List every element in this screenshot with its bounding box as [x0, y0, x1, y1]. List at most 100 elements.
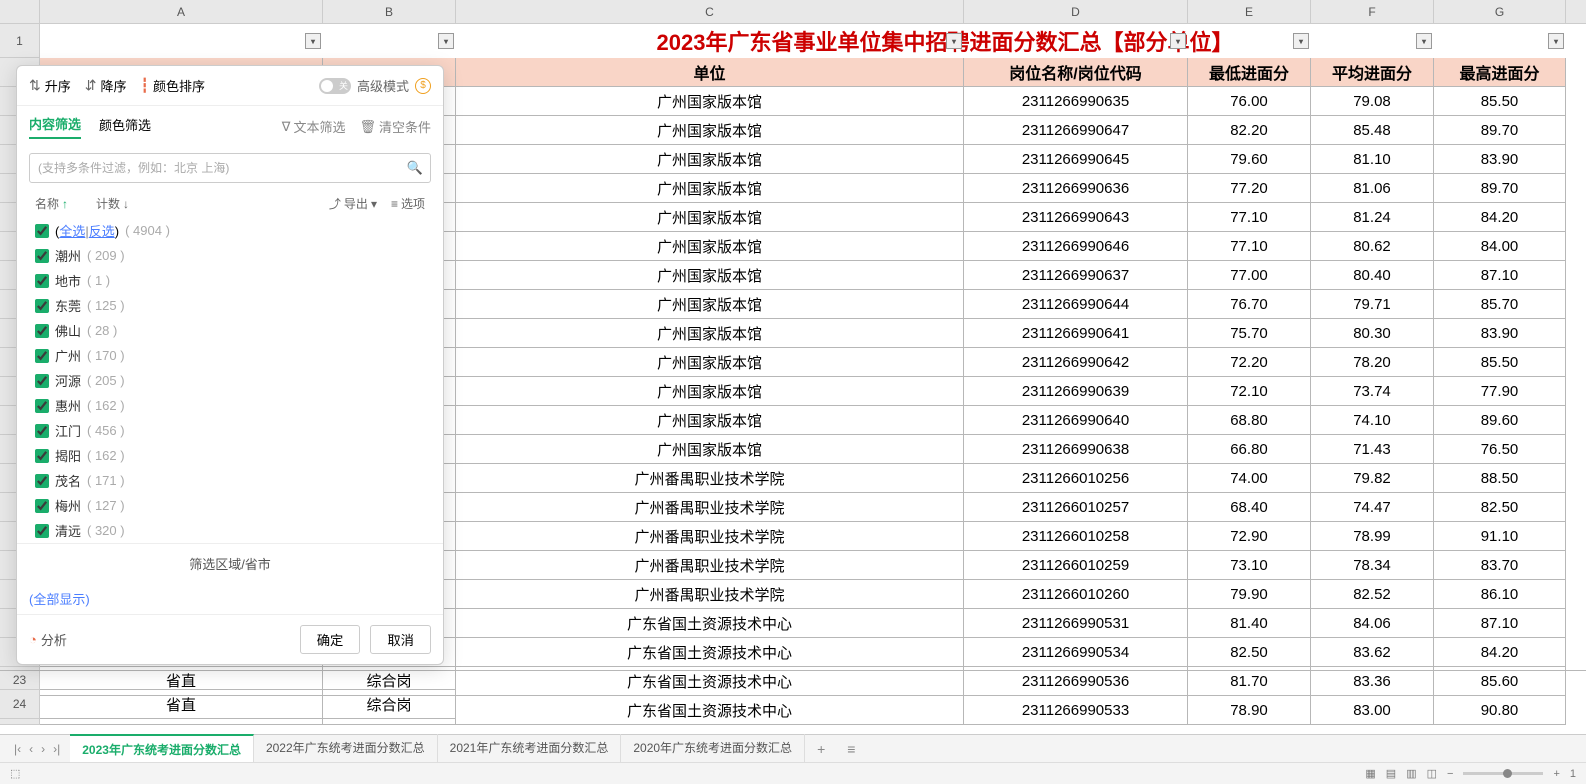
cell-avg[interactable]: 82.52	[1311, 580, 1434, 609]
cell-code[interactable]: 2311266990638	[964, 435, 1188, 464]
cell-unit[interactable]: 广州国家版本馆	[456, 145, 964, 174]
cell-max[interactable]: 84.20	[1434, 203, 1566, 232]
cell-avg[interactable]: 71.43	[1311, 435, 1434, 464]
cell-unit[interactable]: 广东省国土资源技术中心	[456, 638, 964, 667]
filter-dropdown-C[interactable]: ▾	[946, 33, 962, 49]
text-filter-button[interactable]: ∇文本筛选	[282, 117, 346, 136]
cell-avg[interactable]: 81.10	[1311, 145, 1434, 174]
header-max[interactable]: 最高进面分	[1434, 58, 1566, 87]
filter-item-name[interactable]: 东莞	[55, 296, 81, 315]
cell-unit[interactable]: 广州国家版本馆	[456, 435, 964, 464]
cell-min[interactable]: 72.20	[1188, 348, 1311, 377]
cell-code[interactable]: 2311266990646	[964, 232, 1188, 261]
cell-code[interactable]: 2311266990637	[964, 261, 1188, 290]
cell-avg[interactable]: 79.71	[1311, 290, 1434, 319]
cell-max[interactable]: 83.70	[1434, 551, 1566, 580]
cell-code[interactable]: 2311266990642	[964, 348, 1188, 377]
cell-min[interactable]: 82.50	[1188, 638, 1311, 667]
cell-code[interactable]: 2311266990531	[964, 609, 1188, 638]
cell-max[interactable]: 87.10	[1434, 609, 1566, 638]
tab-content-filter[interactable]: 内容筛选	[29, 114, 81, 139]
cell-avg[interactable]: 79.82	[1311, 464, 1434, 493]
filter-item-checkbox[interactable]	[35, 349, 49, 363]
cell-unit[interactable]: 广州国家版本馆	[456, 290, 964, 319]
filter-item-name[interactable]: 梅州	[55, 496, 81, 515]
cell-unit[interactable]: 广州国家版本馆	[456, 232, 964, 261]
cell-min[interactable]: 76.70	[1188, 290, 1311, 319]
name-column-sort[interactable]: 名称↑	[35, 195, 68, 212]
filter-item-checkbox[interactable]	[35, 399, 49, 413]
cell-unit[interactable]: 广州国家版本馆	[456, 203, 964, 232]
header-min[interactable]: 最低进面分	[1188, 58, 1311, 87]
record-macro-icon[interactable]: ⬚	[10, 767, 20, 780]
cell-avg[interactable]: 85.48	[1311, 116, 1434, 145]
cell-max[interactable]: 88.50	[1434, 464, 1566, 493]
cell-min[interactable]: 68.80	[1188, 406, 1311, 435]
header-code[interactable]: 岗位名称/岗位代码	[964, 58, 1188, 87]
filter-item-checkbox[interactable]	[35, 424, 49, 438]
cell-G1[interactable]: ▾	[1434, 24, 1566, 58]
select-all-checkbox[interactable]	[35, 224, 49, 238]
nav-prev-icon[interactable]: ‹	[29, 742, 33, 756]
search-input[interactable]	[29, 153, 431, 183]
filter-item-name[interactable]: 清远	[55, 521, 81, 540]
cell-min[interactable]: 79.60	[1188, 145, 1311, 174]
cell-max[interactable]: 87.10	[1434, 261, 1566, 290]
cell-avg[interactable]: 80.40	[1311, 261, 1434, 290]
view-normal-icon[interactable]: ▦	[1365, 767, 1375, 780]
tab-color-filter[interactable]: 颜色筛选	[99, 115, 151, 138]
cell-code[interactable]: 2311266010259	[964, 551, 1188, 580]
cell-max[interactable]: 84.20	[1434, 638, 1566, 667]
cell-unit[interactable]: 广州国家版本馆	[456, 319, 964, 348]
cell-B24[interactable]: 综合岗	[323, 690, 456, 719]
cell-min[interactable]: 75.70	[1188, 319, 1311, 348]
cell-code[interactable]: 2311266010257	[964, 493, 1188, 522]
view-reading-icon[interactable]: ◫	[1427, 767, 1437, 780]
col-header-C[interactable]: C	[456, 0, 964, 23]
col-header-E[interactable]: E	[1188, 0, 1311, 23]
cell-min[interactable]: 81.40	[1188, 609, 1311, 638]
cell-min[interactable]: 74.00	[1188, 464, 1311, 493]
header-avg[interactable]: 平均进面分	[1311, 58, 1434, 87]
sheet-list-button[interactable]: ≡	[837, 741, 865, 757]
filter-item-name[interactable]: 潮州	[55, 246, 81, 265]
cell-min[interactable]: 73.10	[1188, 551, 1311, 580]
cell-code[interactable]: 2311266010256	[964, 464, 1188, 493]
cell-avg[interactable]: 84.06	[1311, 609, 1434, 638]
invert-link[interactable]: 反选	[89, 224, 115, 239]
cell-min[interactable]: 82.20	[1188, 116, 1311, 145]
cell-code[interactable]: 2311266990647	[964, 116, 1188, 145]
filter-item-name[interactable]: 河源	[55, 371, 81, 390]
cancel-button[interactable]: 取消	[370, 625, 431, 654]
cell-min[interactable]: 77.20	[1188, 174, 1311, 203]
cell-min[interactable]: 77.10	[1188, 203, 1311, 232]
filter-item-name[interactable]: 揭阳	[55, 446, 81, 465]
cell-max[interactable]: 91.10	[1434, 522, 1566, 551]
show-all-link[interactable]: (全部显示)	[29, 592, 90, 607]
cell-code[interactable]: 2311266990641	[964, 319, 1188, 348]
cell-min[interactable]: 77.10	[1188, 232, 1311, 261]
cell-unit[interactable]: 广州番禺职业技术学院	[456, 464, 964, 493]
filter-item-checkbox[interactable]	[35, 524, 49, 538]
nav-next-icon[interactable]: ›	[41, 742, 45, 756]
clear-conditions-button[interactable]: 🗑清空条件	[359, 117, 431, 136]
cell-unit[interactable]: 广州国家版本馆	[456, 174, 964, 203]
cell-avg[interactable]: 80.30	[1311, 319, 1434, 348]
cell-unit[interactable]: 广州国家版本馆	[456, 377, 964, 406]
cell-max[interactable]: 83.90	[1434, 145, 1566, 174]
filter-list[interactable]: (全选|反选) ( 4904 ) 潮州( 209 )地市( 1 )东莞( 125…	[17, 218, 443, 543]
ok-button[interactable]: 确定	[300, 625, 361, 654]
cell-unit[interactable]: 广州番禺职业技术学院	[456, 551, 964, 580]
view-break-icon[interactable]: ▥	[1406, 767, 1416, 780]
select-all-corner[interactable]	[0, 0, 40, 23]
cell-max[interactable]: 89.70	[1434, 116, 1566, 145]
cell-max[interactable]: 77.90	[1434, 377, 1566, 406]
cell-max[interactable]: 89.70	[1434, 174, 1566, 203]
cell-avg[interactable]: 78.99	[1311, 522, 1434, 551]
cell-code[interactable]: 2311266990643	[964, 203, 1188, 232]
filter-dropdown-A[interactable]: ▾	[305, 33, 321, 49]
filter-dropdown-F[interactable]: ▾	[1416, 33, 1432, 49]
cell-min[interactable]: 68.40	[1188, 493, 1311, 522]
cell-code[interactable]: 2311266990644	[964, 290, 1188, 319]
filter-item-checkbox[interactable]	[35, 374, 49, 388]
